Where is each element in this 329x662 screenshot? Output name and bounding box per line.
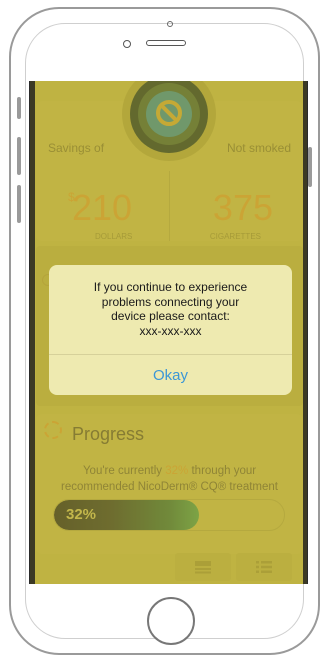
- proximity-sensor-icon: [167, 21, 173, 27]
- alert-line-3: device please contact:: [111, 309, 230, 323]
- app-screen: Savings of Not smoked $ 210 375 DOLLARS …: [29, 81, 308, 584]
- home-button[interactable]: [147, 597, 195, 645]
- power-button: [308, 147, 312, 187]
- screen-right-edge: [303, 81, 307, 584]
- volume-down-button: [17, 185, 21, 223]
- alert-line-1: If you continue to experience: [93, 280, 248, 294]
- alert-line-2: problems connecting your: [101, 294, 240, 309]
- okay-button[interactable]: Okay: [49, 355, 292, 395]
- mute-switch: [17, 97, 21, 119]
- earpiece-speaker: [146, 40, 186, 46]
- alert-message: If you continue to experience problems c…: [61, 280, 280, 338]
- front-camera-icon: [123, 40, 131, 48]
- alert-contact-number: xxx-xxx-xxx: [139, 323, 202, 338]
- volume-up-button: [17, 137, 21, 175]
- connection-alert-dialog: If you continue to experience problems c…: [49, 265, 292, 395]
- screen-left-edge: [30, 81, 35, 584]
